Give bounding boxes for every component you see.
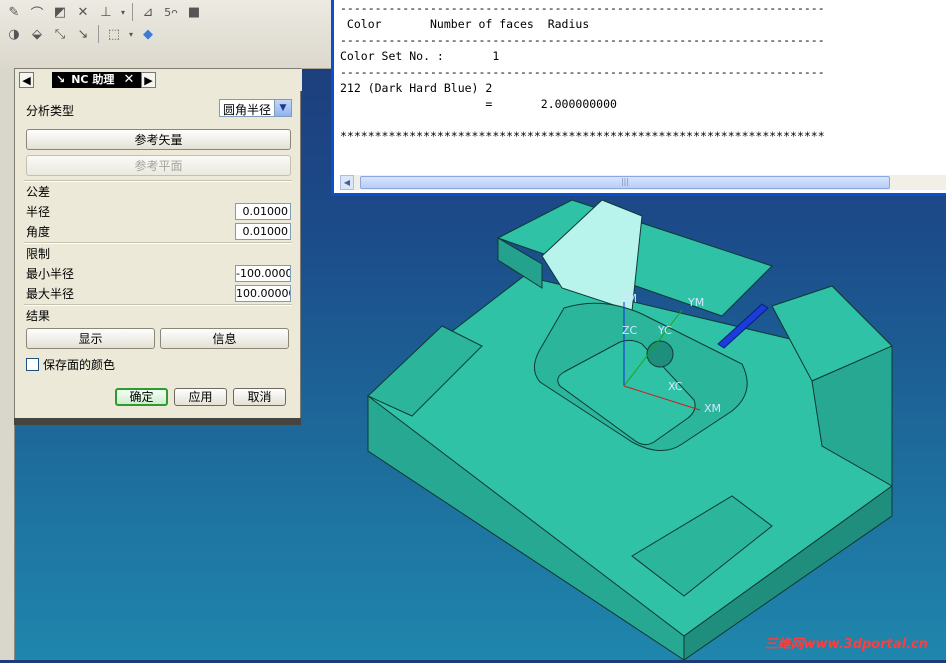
graphics-viewport[interactable]: ZM YM ZC YC XC XM 三维网www.3dportal.cn [302,196,946,661]
transform-icon[interactable]: ⊥ [96,2,116,22]
axis-label-xm: XM [704,402,721,415]
info-line: Color Set No. : 1 [340,49,500,63]
resource-bar [0,68,15,660]
display-button[interactable]: 显示 [26,328,155,349]
max-radius-label: 最大半径 [26,287,75,301]
units-icon[interactable]: 5ᴖ [161,2,181,22]
tolerance-header: 公差 [26,185,51,199]
radius-tolerance-input[interactable]: 0.01000 [235,203,291,220]
info-line: 212 (Dark Hard Blue) 2 [340,81,493,95]
info-line: ****************************************… [340,129,825,143]
watermark: 三维网www.3dportal.cn [764,637,928,652]
info-line: ----------------------------------------… [340,33,825,47]
apply-button[interactable]: 应用 [174,388,227,406]
analysis-type-select[interactable]: 圆角半径 ▼ [219,99,292,117]
info-line: ----------------------------------------… [340,65,825,79]
info-line: ----------------------------------------… [340,1,825,15]
save-face-color-label: 保存面的颜色 [43,358,116,372]
information-text: ----------------------------------------… [340,0,825,144]
scrollbar-thumb[interactable]: ||| [360,176,890,189]
reference-vector-button[interactable]: 参考矢量 [26,129,291,150]
scroll-left-icon[interactable]: ◀ [340,175,354,190]
ok-button[interactable]: 确定 [115,388,168,406]
section-icon[interactable]: ⊿ [138,2,158,22]
pin-icon[interactable]: ↘ [56,73,65,86]
toolbar-area: ✎ ⌒ ◩ ✕ ⊥ ▾ ⊿ 5ᴖ ■ ◑ ⬙ ⤡ ↘ ⬚ ▾ ◆ [0,0,336,69]
panel-titlebar: ◀ ↘ NC 助理 ✕ ▶ [15,69,302,91]
rotate-icon[interactable]: ◑ [4,24,24,44]
chevron-down-icon[interactable]: ▼ [274,100,291,116]
hole [646,340,674,368]
curve-icon[interactable]: ⌒ [27,2,47,22]
shaded-cube-icon[interactable]: ◆ [138,24,158,44]
divider [24,180,292,182]
panel-bottom-border [14,418,301,425]
panel-title: NC 助理 [71,73,115,86]
axis-label-ym: YM [687,296,704,309]
horizontal-scrollbar[interactable]: ◀ ||| [340,175,946,190]
nav-left-icon[interactable]: ◀ [19,72,34,88]
axis-label-zm: ZM [620,292,637,305]
select-box-icon[interactable]: ⬚ [104,24,124,44]
dropdown-arrow-icon[interactable]: ▾ [127,24,135,44]
panel-title-tab[interactable]: ↘ NC 助理 [52,72,154,88]
toolbar-row-2: ◑ ⬙ ⤡ ↘ ⬚ ▾ ◆ [0,22,158,46]
information-window: ----------------------------------------… [331,0,946,196]
axis-label-xc: XC [668,380,683,393]
part-model[interactable]: ZM YM ZC YC XC XM [302,196,946,661]
info-line: Color Number of faces Radius [340,17,590,31]
toolbar-separator [132,3,133,21]
axis-label-yc: YC [657,324,672,337]
axis-label-zc: ZC [622,324,638,337]
analysis-type-label: 分析类型 [26,104,75,118]
solid-icon[interactable]: ■ [184,2,204,22]
sketch-icon[interactable]: ✎ [4,2,24,22]
pan-icon[interactable]: ⤡ [50,24,70,44]
results-header: 结果 [26,309,51,323]
divider [24,304,292,306]
min-radius-input[interactable]: -100.0000 [235,265,291,282]
trim-icon[interactable]: ✕ [73,2,93,22]
angle-label: 角度 [26,225,51,239]
angle-tolerance-input[interactable]: 0.01000 [235,223,291,240]
limits-header: 限制 [26,247,51,261]
feature-icon[interactable]: ◩ [50,2,70,22]
info-line: = 2.000000000 [340,97,617,111]
dropdown-arrow-icon[interactable]: ▾ [119,2,127,22]
info-button[interactable]: 信息 [160,328,289,349]
reference-plane-button: 参考平面 [26,155,291,176]
close-icon[interactable]: ✕ [121,72,137,88]
min-radius-label: 最小半径 [26,267,75,281]
analysis-type-value: 圆角半径 [223,103,272,117]
render-icon[interactable]: ⬙ [27,24,47,44]
move-icon[interactable]: ↘ [73,24,93,44]
save-face-color-checkbox[interactable] [26,358,39,371]
cancel-button[interactable]: 取消 [233,388,286,406]
panel-body: 分析类型 圆角半径 ▼ 参考矢量 参考平面 公差 半径 0.01000 角度 0… [18,94,297,421]
nc-assistant-panel: ◀ ↘ NC 助理 ✕ ▶ 分析类型 圆角半径 ▼ 参考矢量 参考平面 公差 半径… [14,68,302,425]
divider [24,242,292,244]
toolbar-row-1: ✎ ⌒ ◩ ✕ ⊥ ▾ ⊿ 5ᴖ ■ [0,0,204,24]
toolbar-separator [98,25,99,43]
max-radius-input[interactable]: 100.00000 [235,285,291,302]
radius-label: 半径 [26,205,51,219]
nav-right-icon[interactable]: ▶ [141,72,156,88]
